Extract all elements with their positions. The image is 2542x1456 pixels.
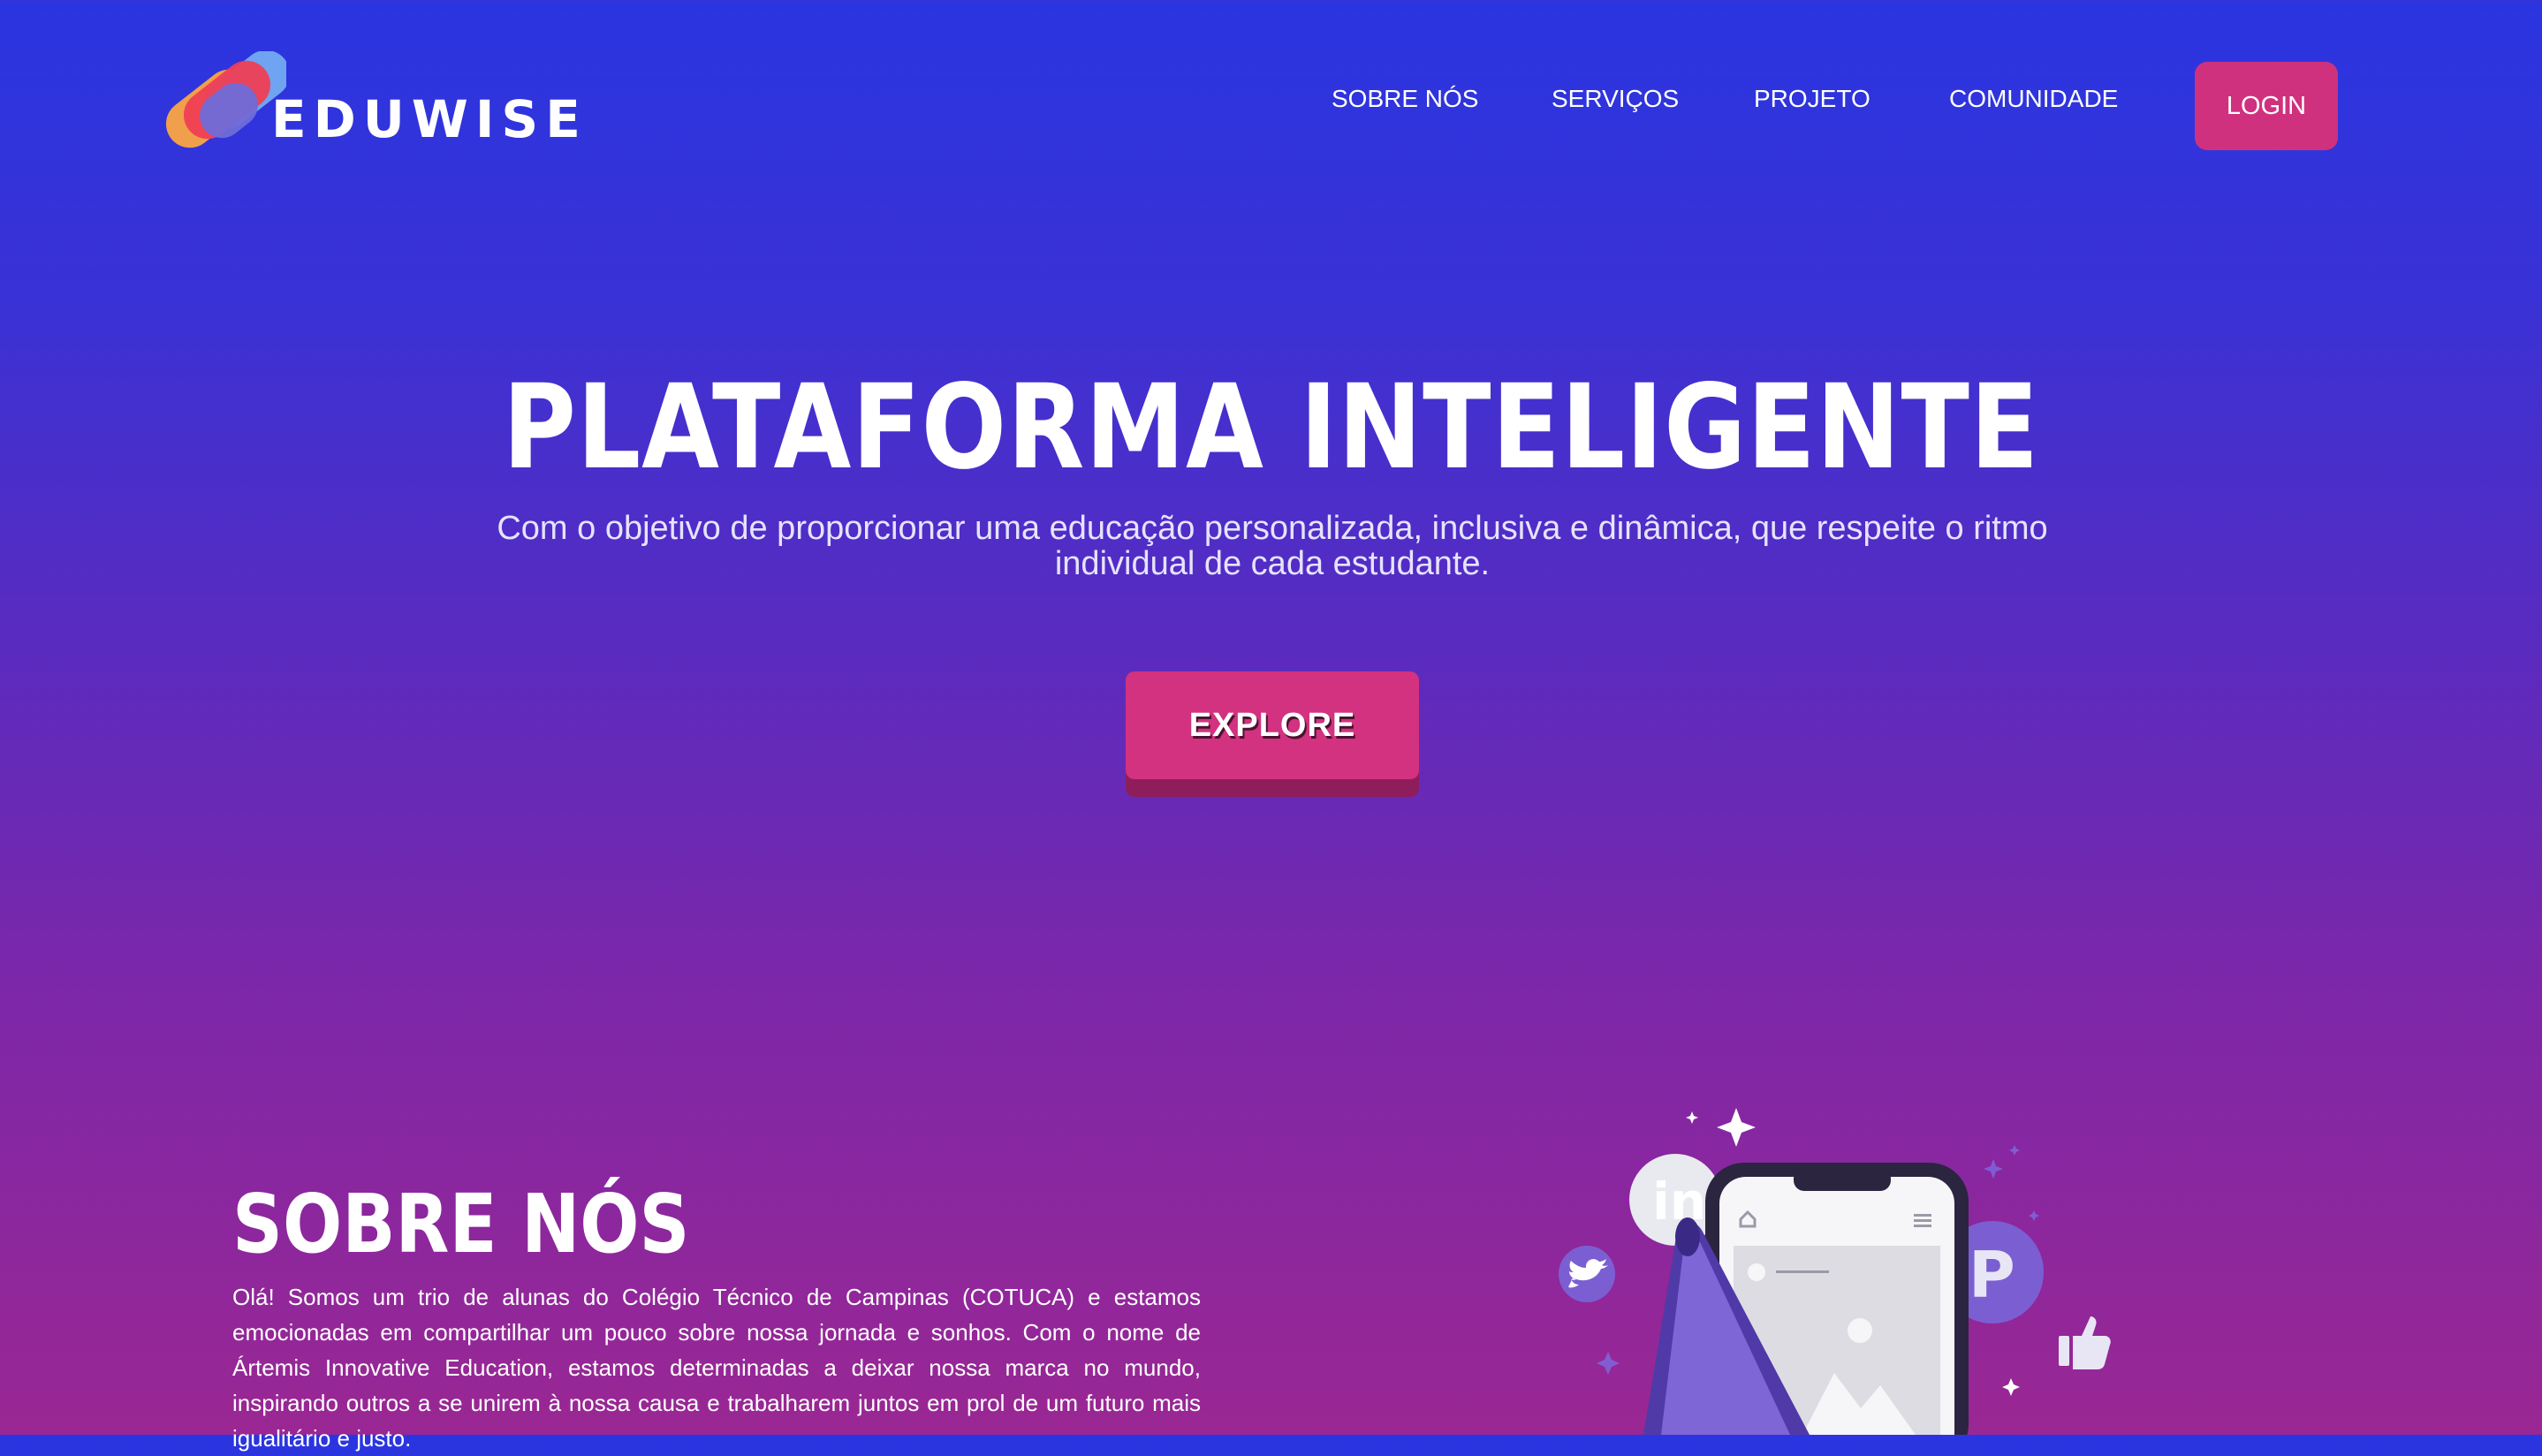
nav-item-servicos[interactable]: SERVIÇOS xyxy=(1552,85,1679,113)
about-text: Olá! Somos um trio de alunas do Colégio … xyxy=(232,1284,1201,1452)
explore-button-wrap: EXPLORE xyxy=(1126,671,1419,797)
explore-button[interactable]: EXPLORE xyxy=(1126,671,1419,779)
nav-item-projeto[interactable]: PROJETO xyxy=(1754,85,1870,113)
hero-title: PLATAFORMA INTELIGENTE xyxy=(502,360,2040,496)
nav-item-sobre-nos[interactable]: SOBRE NÓS xyxy=(1332,85,1478,113)
svg-text:P: P xyxy=(1969,1238,2015,1312)
thumbs-up-icon xyxy=(2059,1316,2111,1369)
brand-name: EDUWISE xyxy=(271,89,588,149)
illustration-graphic: in P xyxy=(1559,1108,2111,1456)
twitter-icon xyxy=(1559,1246,1615,1302)
logo-mark-icon xyxy=(165,51,286,148)
login-button[interactable]: LOGIN xyxy=(2195,62,2338,150)
hero-subtitle: Com o objetivo de proporcionar uma educa… xyxy=(497,510,2048,582)
nav-item-comunidade[interactable]: COMUNIDADE xyxy=(1949,85,2118,113)
social-media-illustration: in P xyxy=(1537,1096,2156,1456)
about-title: SOBRE NÓS xyxy=(232,1177,690,1271)
brand-logo[interactable]: EDUWISE xyxy=(163,51,580,157)
site-header: EDUWISE SOBRE NÓS SERVIÇOS PROJETO COMUN… xyxy=(0,0,2542,212)
